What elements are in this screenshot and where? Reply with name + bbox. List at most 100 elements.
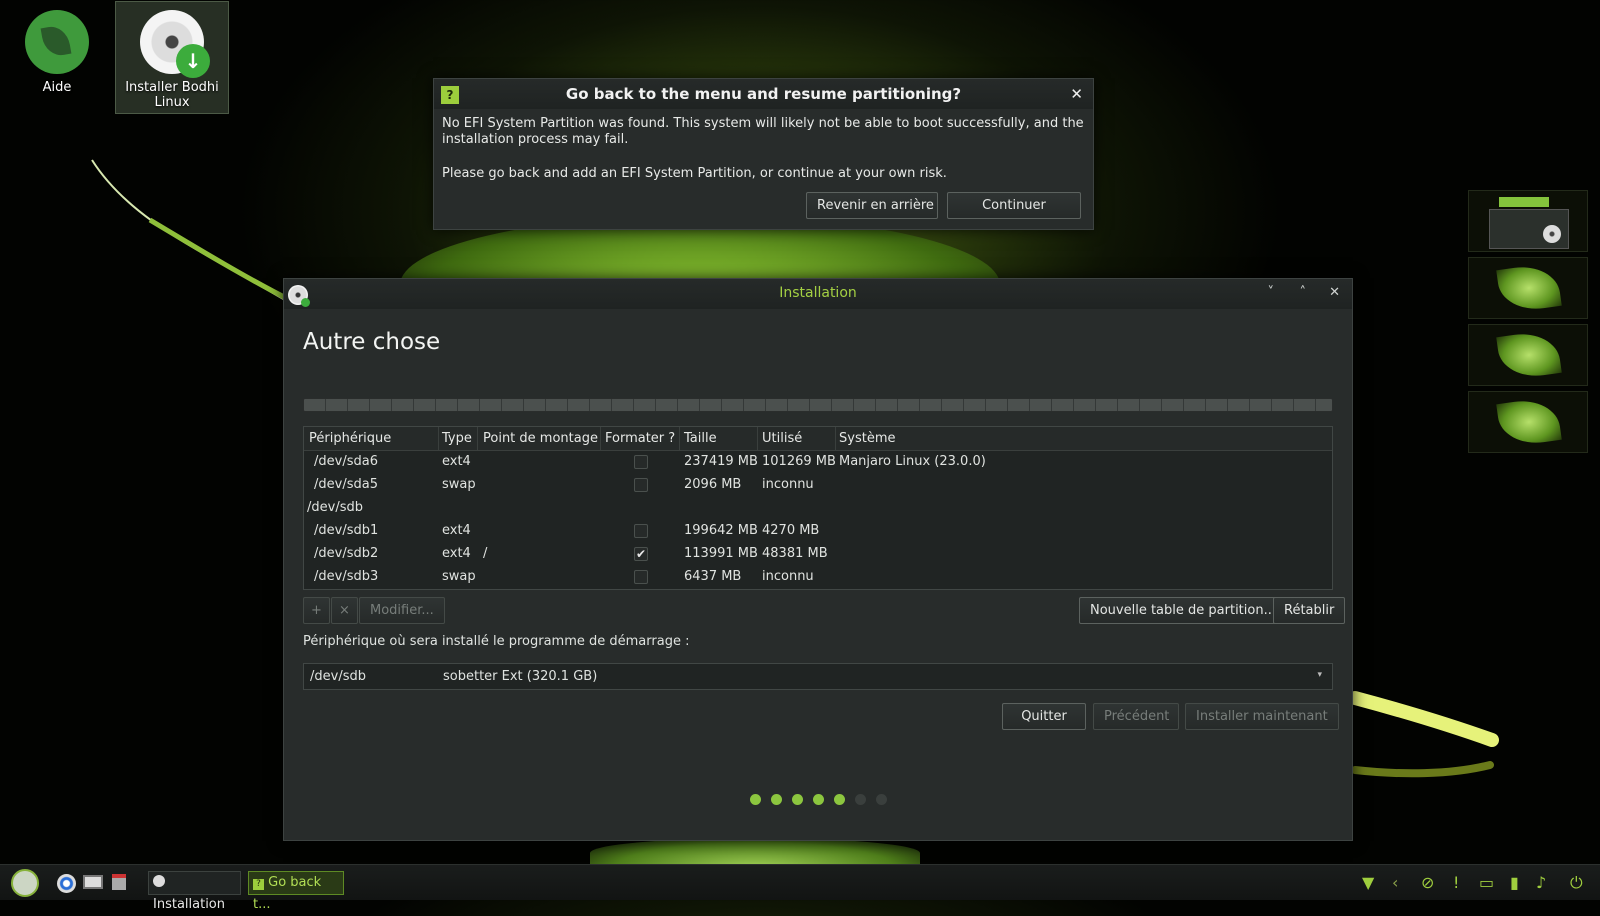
table-row[interactable]: /dev/sdb2 ext4 / ✔ 113991 MB 48381 MB: [304, 543, 1332, 566]
table-row[interactable]: /dev/sda6 ext4 237419 MB 101269 MB Manjaro L…: [304, 451, 1332, 474]
table-row[interactable]: /dev/sda5 swap 2096 MB inconnu: [304, 474, 1332, 497]
cell-used: 48381 MB: [762, 546, 828, 561]
progress-dot-complete: [770, 794, 782, 805]
taskbar-task-installation[interactable]: Installation: [148, 871, 241, 912]
attachment-icon[interactable]: ⊘: [1421, 873, 1434, 892]
help-leaf-icon: [25, 10, 89, 74]
cell-used: inconnu: [762, 569, 814, 584]
terminal-icon[interactable]: [83, 875, 103, 889]
bootloader-label: Périphérique où sera installé le program…: [303, 634, 690, 649]
cell-system: Manjaro Linux (23.0.0): [839, 454, 986, 469]
workspace-window-preview: [1499, 197, 1549, 207]
installer-disc-icon: ↓: [140, 10, 210, 78]
cell-size: 199642 MB: [684, 523, 758, 538]
desktop-icon-label: Aide: [42, 80, 72, 95]
desktop-icon-label: Installer Bodhi Linux: [125, 80, 219, 110]
wallpaper-preview: [1496, 329, 1562, 381]
progress-dot-complete: [812, 794, 824, 805]
previous-button[interactable]: Précédent: [1093, 703, 1179, 730]
cell-type: swap: [442, 569, 476, 584]
format-checkbox[interactable]: [634, 524, 648, 538]
dialog-message-line-2: Please go back and add an EFI System Par…: [442, 166, 947, 181]
dialog-title: Go back to the menu and resume partition…: [565, 85, 962, 103]
revert-button[interactable]: Rétablir: [1273, 597, 1346, 624]
continue-button[interactable]: Continuer: [947, 192, 1081, 219]
progress-dot-pending: [875, 794, 887, 805]
battery-icon[interactable]: ▮: [1510, 873, 1519, 892]
progress-dot-complete: [749, 794, 761, 805]
workspace-2[interactable]: [1468, 257, 1588, 319]
bootloader-select[interactable]: /dev/sdb sobetter Ext (320.1 GB) ▾: [303, 663, 1333, 690]
format-checkbox-checked[interactable]: ✔: [634, 547, 648, 561]
close-icon[interactable]: ✕: [1329, 285, 1340, 300]
taskbar-task-dialog[interactable]: ? Go back t...: [248, 871, 344, 912]
desktop-icon-installer[interactable]: ↓ Installer Bodhi Linux: [115, 1, 229, 114]
cell-device: /dev/sda5: [314, 477, 378, 492]
table-row[interactable]: /dev/sdb3 swap 6437 MB inconnu: [304, 566, 1332, 589]
maximize-icon[interactable]: ˄: [1300, 285, 1307, 300]
installer-disc-icon: [153, 875, 165, 887]
column-format[interactable]: Formater ?: [605, 431, 675, 446]
column-system[interactable]: Système: [839, 431, 895, 446]
power-icon[interactable]: ⏻: [1570, 873, 1583, 893]
volume-icon[interactable]: ♪: [1536, 873, 1546, 892]
partition-table[interactable]: Périphérique Type Point de montage Forma…: [303, 426, 1333, 590]
column-type[interactable]: Type: [442, 431, 472, 446]
chevron-left-icon[interactable]: ‹: [1392, 873, 1398, 892]
cell-used: 4270 MB: [762, 523, 820, 538]
table-row[interactable]: /dev/sdb: [304, 497, 1332, 520]
minimize-icon[interactable]: ˅: [1268, 285, 1275, 300]
dialog-message: No EFI System Partition was found. This …: [442, 116, 1087, 200]
cell-size: 2096 MB: [684, 477, 742, 492]
task-label: Installation: [153, 897, 226, 912]
installer-disc-icon: [1543, 225, 1561, 243]
cell-type: ext4: [442, 523, 471, 538]
remove-partition-button[interactable]: ×: [331, 597, 358, 624]
wallpaper-preview: [1496, 262, 1562, 314]
bootloader-disk-name: sobetter Ext (320.1 GB): [443, 669, 598, 684]
cell-device: /dev/sdb2: [314, 546, 379, 561]
table-header: Périphérique Type Point de montage Forma…: [304, 427, 1332, 451]
format-checkbox[interactable]: [634, 455, 648, 469]
column-size[interactable]: Taille: [684, 431, 717, 446]
quit-button[interactable]: Quitter: [1002, 703, 1086, 730]
column-device[interactable]: Périphérique: [309, 431, 391, 446]
page-title: Autre chose: [303, 329, 441, 355]
format-checkbox[interactable]: [634, 478, 648, 492]
keyboard-layout-icon[interactable]: ▭: [1479, 873, 1494, 892]
cell-device: /dev/sda6: [314, 454, 378, 469]
desktop-icon-aide[interactable]: Aide: [0, 10, 114, 95]
table-row[interactable]: /dev/sdb1 ext4 199642 MB 4270 MB: [304, 520, 1332, 543]
progress-dot-pending: [854, 794, 866, 805]
dialog-message-line-1: No EFI System Partition was found. This …: [442, 116, 1084, 147]
close-icon[interactable]: ✕: [1070, 85, 1083, 103]
modify-partition-button[interactable]: Modifier...: [359, 597, 445, 624]
workspace-3[interactable]: [1468, 324, 1588, 386]
new-partition-table-button[interactable]: Nouvelle table de partition...: [1079, 597, 1287, 624]
start-menu-leaf-icon[interactable]: [11, 869, 39, 897]
workspace-4[interactable]: [1468, 391, 1588, 453]
chevron-down-icon: ▾: [1317, 670, 1322, 680]
add-partition-button[interactable]: +: [303, 597, 330, 624]
column-mount[interactable]: Point de montage: [483, 431, 598, 446]
cell-used: inconnu: [762, 477, 814, 492]
cell-device: /dev/sdb: [307, 500, 363, 515]
question-icon: ?: [253, 879, 264, 890]
download-arrow-icon: ↓: [176, 44, 210, 78]
progress-dot-complete: [833, 794, 845, 805]
install-now-button[interactable]: Installer maintenant: [1185, 703, 1339, 730]
format-checkbox[interactable]: [634, 570, 648, 584]
file-manager-icon[interactable]: [112, 874, 126, 890]
notification-icon[interactable]: !: [1453, 873, 1459, 892]
dialog-titlebar[interactable]: ? Go back to the menu and resume partiti…: [434, 79, 1093, 109]
partition-bar: [303, 398, 1333, 412]
cell-type: swap: [442, 477, 476, 492]
installer-titlebar[interactable]: Installation ˅ ˄ ✕: [284, 279, 1352, 309]
wifi-icon[interactable]: ▼: [1362, 873, 1374, 892]
column-used[interactable]: Utilisé: [762, 431, 802, 446]
workspace-1[interactable]: [1468, 190, 1588, 252]
cell-type: ext4: [442, 454, 471, 469]
browser-icon[interactable]: [57, 874, 76, 893]
go-back-button[interactable]: Revenir en arrière: [806, 192, 938, 219]
cell-size: 6437 MB: [684, 569, 742, 584]
